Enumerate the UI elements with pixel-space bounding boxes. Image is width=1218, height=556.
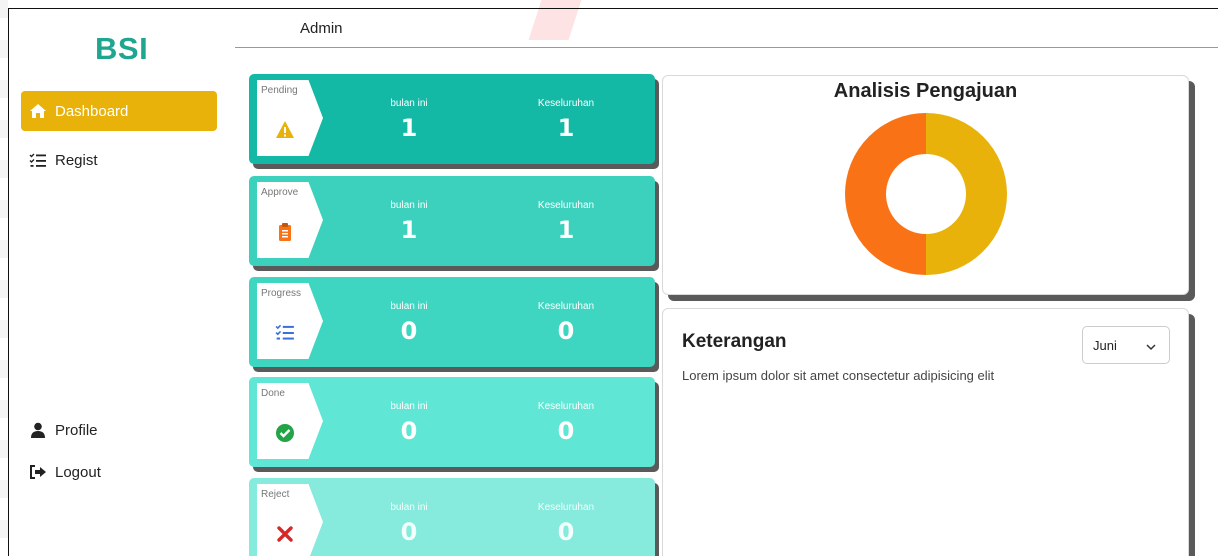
month-select-value: Juni xyxy=(1093,337,1117,353)
top-bar: Admin xyxy=(235,9,1218,48)
sidebar-item-logout[interactable]: Logout xyxy=(21,452,217,492)
sidebar-item-label: Regist xyxy=(55,151,98,169)
status-tag: Done xyxy=(257,383,323,459)
status-label: Pending xyxy=(261,85,298,96)
status-card-pending[interactable]: Pending bulan ini 1 Keseluruhan 1 xyxy=(249,74,655,164)
month-value: 1 xyxy=(400,216,418,244)
status-label: Reject xyxy=(261,489,290,500)
total-value: 0 xyxy=(557,518,575,546)
chevron-down-icon xyxy=(1145,340,1157,355)
total-label: Keseluruhan xyxy=(537,502,595,513)
sidebar-item-label: Profile xyxy=(55,421,98,439)
month-select[interactable]: Juni xyxy=(1082,326,1170,364)
status-card-reject[interactable]: Reject bulan ini 0 Keseluruhan 0 xyxy=(249,478,655,556)
info-title: Keterangan xyxy=(682,331,787,352)
status-card-approve[interactable]: Approve bulan ini 1 Keseluruhan 1 xyxy=(249,176,655,266)
donut-slice-2[interactable] xyxy=(845,113,926,275)
total-label: Keseluruhan xyxy=(537,98,595,109)
user-icon xyxy=(29,421,47,439)
chart-panel: Analisis Pengajuan xyxy=(662,75,1189,295)
status-label: Progress xyxy=(261,288,302,299)
month-label: bulan ini xyxy=(390,200,428,211)
sign-out-icon xyxy=(29,463,47,481)
status-tag: Pending xyxy=(257,80,323,156)
month-label: bulan ini xyxy=(390,502,428,513)
sidebar-item-label: Logout xyxy=(55,463,101,481)
sidebar-item-regist[interactable]: Regist xyxy=(21,140,217,180)
month-label: bulan ini xyxy=(390,401,428,412)
status-tag: Reject xyxy=(257,484,323,556)
warning-icon xyxy=(275,120,295,140)
status-label: Approve xyxy=(261,187,299,198)
chart-title: Analisis Pengajuan xyxy=(833,80,1018,102)
total-value: 0 xyxy=(557,317,575,345)
month-value: 0 xyxy=(400,317,418,345)
background-stripes xyxy=(0,0,8,556)
status-tag: Approve xyxy=(257,182,323,258)
home-icon xyxy=(29,102,47,120)
sidebar-item-dashboard[interactable]: Dashboard xyxy=(21,91,217,131)
sidebar-item-profile[interactable]: Profile xyxy=(21,410,217,450)
clipboard-icon xyxy=(275,222,295,242)
donut-chart[interactable] xyxy=(843,111,1009,277)
check-circle-icon xyxy=(275,423,295,443)
month-label: bulan ini xyxy=(390,301,428,312)
donut-slice-1[interactable] xyxy=(926,113,1007,275)
app-frame: BSI Dashboard Regist Profile Logout Admi… xyxy=(8,8,1218,556)
page-title: Admin xyxy=(300,20,343,37)
month-value: 0 xyxy=(400,518,418,546)
total-value: 1 xyxy=(557,114,575,142)
brand-logo: BSI xyxy=(95,31,149,66)
status-label: Done xyxy=(261,388,285,399)
total-value: 1 xyxy=(557,216,575,244)
list-check-icon xyxy=(275,323,295,343)
total-label: Keseluruhan xyxy=(537,200,595,211)
month-label: bulan ini xyxy=(390,98,428,109)
sidebar: BSI Dashboard Regist Profile Logout xyxy=(9,9,235,556)
info-text: Lorem ipsum dolor sit amet consectetur a… xyxy=(682,368,995,383)
x-mark-icon xyxy=(275,524,295,544)
month-value: 0 xyxy=(400,417,418,445)
total-value: 0 xyxy=(557,417,575,445)
info-panel: Keterangan Lorem ipsum dolor sit amet co… xyxy=(662,308,1189,556)
month-value: 1 xyxy=(400,114,418,142)
total-label: Keseluruhan xyxy=(537,401,595,412)
status-tag: Progress xyxy=(257,283,323,359)
list-check-icon xyxy=(29,151,47,169)
total-label: Keseluruhan xyxy=(537,301,595,312)
status-card-done[interactable]: Done bulan ini 0 Keseluruhan 0 xyxy=(249,377,655,467)
status-card-progress[interactable]: Progress bulan ini 0 Keseluruhan 0 xyxy=(249,277,655,367)
sidebar-item-label: Dashboard xyxy=(55,102,129,120)
